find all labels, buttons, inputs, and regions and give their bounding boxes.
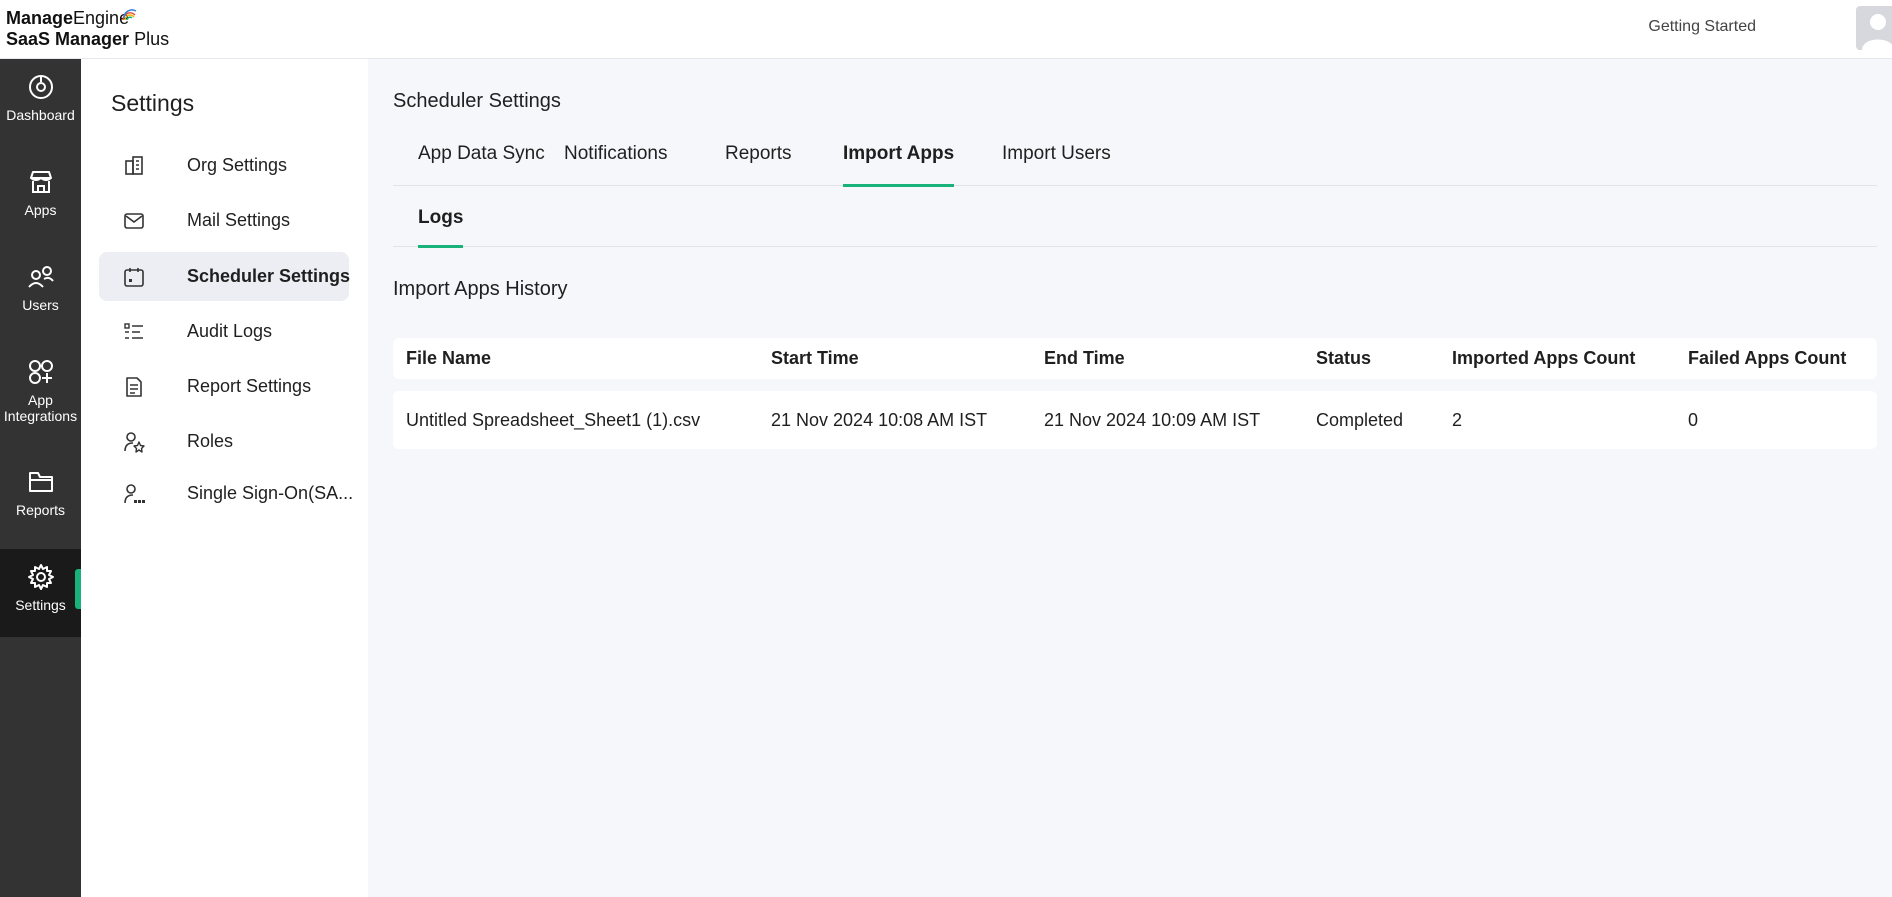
- brand-arc-icon: [122, 9, 137, 21]
- sidebar-item-roles[interactable]: Roles: [99, 417, 349, 466]
- settings-title: Settings: [111, 90, 195, 116]
- nav-label: Reports: [15, 502, 66, 518]
- cell-file-name: Untitled Spreadsheet_Sheet1 (1).csv: [406, 410, 701, 430]
- cell-imported-apps-count: 2: [1452, 410, 1463, 430]
- avatar[interactable]: [1856, 6, 1892, 50]
- tab-import-apps[interactable]: Import Apps: [843, 143, 955, 187]
- product-plus: Plus: [134, 28, 170, 49]
- brand-manage: Manage: [6, 8, 74, 28]
- column-header-end-time: End Time: [1044, 348, 1125, 368]
- user-dots-icon: [124, 484, 145, 504]
- column-header-imported-apps-count: Imported Apps Count: [1452, 348, 1636, 368]
- nav-item-app-integrations[interactable]: App Integrations: [0, 344, 81, 448]
- tab-logs[interactable]: Logs: [418, 207, 464, 248]
- calendar-icon: [124, 268, 144, 287]
- mail-icon: [124, 213, 144, 229]
- dashboard-icon: [28, 75, 53, 99]
- nav-item-reports[interactable]: Reports: [0, 454, 81, 542]
- sidebar-item-label: Mail Settings: [187, 210, 291, 230]
- sub-tabs: Logs: [393, 186, 1877, 248]
- sidebar-item-label: Roles: [187, 431, 234, 451]
- sidebar-item-label: Audit Logs: [187, 321, 273, 341]
- sidebar-item-label: Scheduler Settings: [187, 266, 351, 286]
- sidebar-item-label: Org Settings: [187, 155, 288, 175]
- sidebar-item-single-sign-on[interactable]: Single Sign-On(SA...: [99, 469, 353, 518]
- top-header: ManageEngine SaaS Manager Plus Getting S…: [0, 0, 1892, 59]
- nav-item-settings[interactable]: Settings: [0, 549, 81, 637]
- sidebar-item-scheduler-settings[interactable]: Scheduler Settings: [99, 252, 351, 301]
- building-icon: [125, 156, 143, 175]
- user-avatar-icon: [1862, 14, 1892, 50]
- main-content: Scheduler Settings App Data Sync Notific…: [368, 59, 1892, 897]
- cell-end-time: 21 Nov 2024 10:09 AM IST: [1044, 410, 1261, 430]
- document-icon: [126, 377, 142, 397]
- sidebar-item-label: Report Settings: [187, 376, 312, 396]
- scheduler-tabs: App Data Sync Notifications Reports Impo…: [393, 125, 1877, 187]
- table-header-row: File Name Start Time End Time Status Imp…: [393, 338, 1877, 379]
- sidebar-item-mail-settings[interactable]: Mail Settings: [99, 196, 349, 245]
- cell-start-time: 21 Nov 2024 10:08 AM IST: [771, 410, 988, 430]
- column-header-file-name: File Name: [406, 348, 492, 368]
- table-row[interactable]: Untitled Spreadsheet_Sheet1 (1).csv 21 N…: [393, 391, 1877, 449]
- tab-app-data-sync[interactable]: App Data Sync: [418, 143, 545, 165]
- column-header-start-time: Start Time: [771, 348, 859, 368]
- nav-label: App Integrations: [3, 392, 78, 424]
- section-title: Import Apps History: [393, 278, 568, 300]
- import-history-table: File Name Start Time End Time Status Imp…: [393, 338, 1877, 449]
- store-icon: [29, 171, 52, 193]
- column-header-failed-apps-count: Failed Apps Count: [1688, 348, 1847, 368]
- nav-label: Dashboard: [6, 107, 75, 123]
- integrations-icon: [28, 360, 53, 384]
- nav-label: Users: [22, 297, 59, 313]
- primary-nav: Dashboard Apps Users App Integrations Re…: [0, 59, 81, 897]
- cell-status: Completed: [1316, 410, 1404, 430]
- sidebar-item-label: Single Sign-On(SA...: [187, 483, 354, 503]
- sidebar-item-audit-logs[interactable]: Audit Logs: [99, 307, 349, 356]
- nav-label: Settings: [15, 597, 66, 613]
- tab-import-users[interactable]: Import Users: [1002, 143, 1111, 165]
- sidebar-item-report-settings[interactable]: Report Settings: [99, 362, 349, 411]
- nav-item-dashboard[interactable]: Dashboard: [0, 59, 81, 147]
- users-icon: [27, 266, 54, 288]
- getting-started-link[interactable]: Getting Started: [1648, 18, 1756, 36]
- user-star-icon: [124, 432, 145, 453]
- sidebar-item-org-settings[interactable]: Org Settings: [99, 141, 349, 190]
- list-icon: [124, 323, 143, 339]
- nav-item-users[interactable]: Users: [0, 249, 81, 337]
- page-title: Scheduler Settings: [393, 90, 561, 112]
- tab-notifications[interactable]: Notifications: [564, 143, 668, 165]
- folder-icon: [28, 472, 53, 492]
- column-header-status: Status: [1316, 348, 1372, 368]
- nav-label: Apps: [24, 202, 57, 218]
- cell-failed-apps-count: 0: [1688, 410, 1699, 430]
- tab-reports[interactable]: Reports: [725, 143, 792, 165]
- settings-sidebar: Settings Org Settings Mail Settings Sche…: [81, 59, 368, 897]
- brand-logo[interactable]: ManageEngine SaaS Manager Plus: [6, 8, 169, 49]
- nav-item-apps[interactable]: Apps: [0, 154, 81, 242]
- product-name: SaaS Manager: [6, 28, 130, 49]
- gear-icon: [27, 564, 54, 590]
